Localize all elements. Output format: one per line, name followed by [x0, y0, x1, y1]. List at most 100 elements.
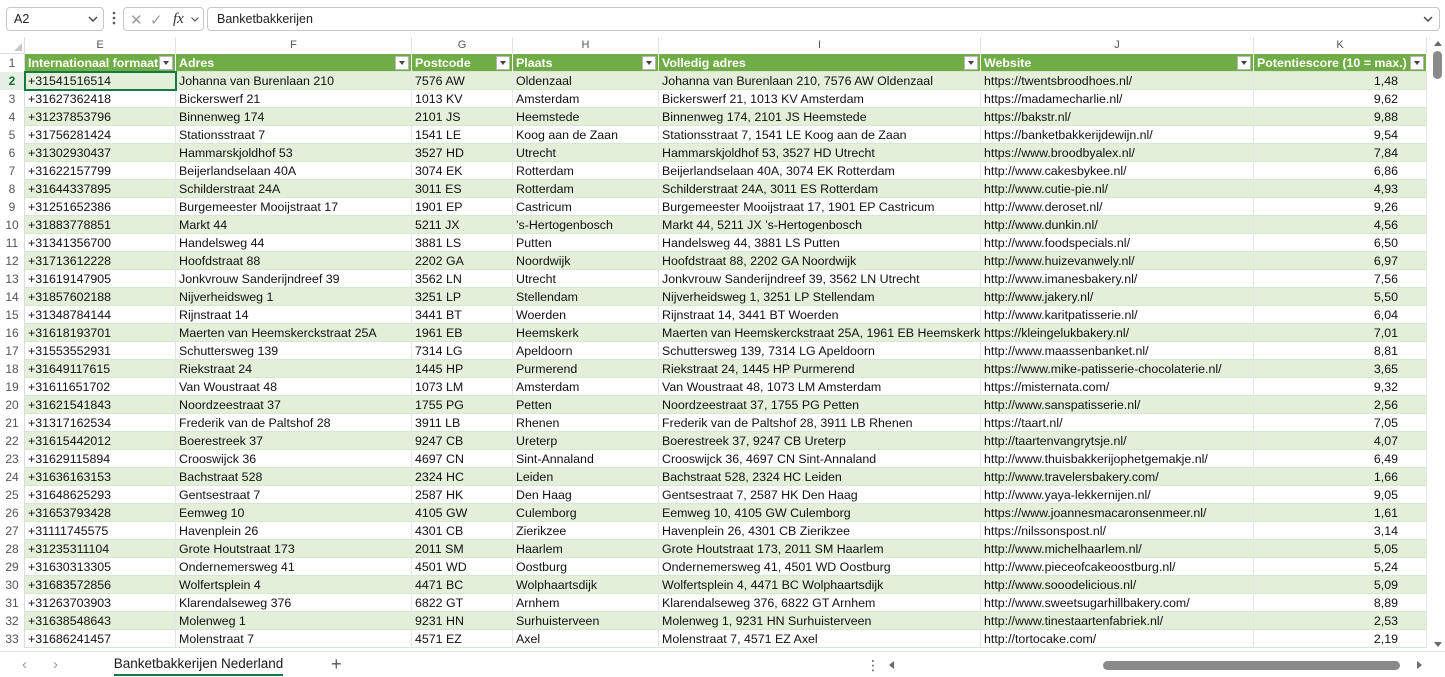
table-cell[interactable]: 1445 HP [412, 360, 513, 378]
table-cell[interactable]: +31648625293 [25, 486, 176, 504]
header-cell[interactable]: Postcode [412, 54, 513, 72]
table-cell[interactable]: +31621541843 [25, 396, 176, 414]
row-number[interactable]: 1 [0, 54, 25, 72]
column-header-g[interactable]: G [412, 37, 513, 54]
select-all-corner[interactable] [0, 37, 25, 54]
table-cell[interactable]: 2324 HC [412, 468, 513, 486]
table-cell[interactable]: https://taart.nl/ [981, 414, 1254, 432]
table-cell[interactable]: 7,84 [1254, 144, 1427, 162]
table-cell[interactable]: http://www.imanesbakery.nl/ [981, 270, 1254, 288]
table-cell[interactable]: https://kleingelukbakery.nl/ [981, 324, 1254, 342]
table-cell[interactable]: 6,86 [1254, 162, 1427, 180]
table-cell[interactable]: Noordwijk [513, 252, 659, 270]
table-cell[interactable]: 3911 LB [412, 414, 513, 432]
row-number[interactable]: 10 [0, 216, 25, 234]
row-number[interactable]: 33 [0, 630, 25, 648]
filter-dropdown-icon[interactable] [642, 56, 656, 70]
table-cell[interactable]: Havenplein 26, 4301 CB Zierikzee [659, 522, 981, 540]
table-cell[interactable]: Eemweg 10 [176, 504, 412, 522]
worksheet-grid[interactable]: EFGHIJK 1 Internationaal formaat Adres Post… [0, 37, 1430, 651]
table-cell[interactable]: Bickerswerf 21 [176, 90, 412, 108]
table-cell[interactable]: +31713612228 [25, 252, 176, 270]
table-cell[interactable]: 4,07 [1254, 432, 1427, 450]
table-cell[interactable]: Sint-Annaland [513, 450, 659, 468]
table-cell[interactable]: 3441 BT [412, 306, 513, 324]
scroll-down-icon[interactable] [1434, 642, 1442, 647]
table-cell[interactable]: Eemweg 10, 4105 GW Culemborg [659, 504, 981, 522]
row-number[interactable]: 18 [0, 360, 25, 378]
table-cell[interactable]: 9,26 [1254, 198, 1427, 216]
table-cell[interactable]: Apeldoorn [513, 342, 659, 360]
table-cell[interactable]: http://www.karitpatisserie.nl/ [981, 306, 1254, 324]
table-cell[interactable]: Nijverheidsweg 1, 3251 LP Stellendam [659, 288, 981, 306]
table-cell[interactable]: 2011 SM [412, 540, 513, 558]
row-number[interactable]: 25 [0, 486, 25, 504]
row-number[interactable]: 14 [0, 288, 25, 306]
table-cell[interactable]: 9,62 [1254, 90, 1427, 108]
table-cell[interactable]: 2,19 [1254, 630, 1427, 648]
more-options-icon[interactable]: ⋮ [866, 657, 880, 674]
table-cell[interactable]: http://www.huizevanwely.nl/ [981, 252, 1254, 270]
table-cell[interactable]: Molenstraat 7, 4571 EZ Axel [659, 630, 981, 648]
table-cell[interactable]: Noordzeestraat 37 [176, 396, 412, 414]
header-cell[interactable]: Volledig adres [659, 54, 981, 72]
filter-dropdown-icon[interactable] [496, 56, 510, 70]
table-cell[interactable]: Heemstede [513, 108, 659, 126]
row-number[interactable]: 19 [0, 378, 25, 396]
table-cell[interactable]: Stellendam [513, 288, 659, 306]
row-number[interactable]: 27 [0, 522, 25, 540]
table-cell[interactable]: Zierikzee [513, 522, 659, 540]
table-cell[interactable]: 5,09 [1254, 576, 1427, 594]
row-number[interactable]: 16 [0, 324, 25, 342]
table-cell[interactable]: Haarlem [513, 540, 659, 558]
vertical-scrollbar[interactable] [1430, 37, 1445, 651]
row-number[interactable]: 30 [0, 576, 25, 594]
table-cell[interactable]: Amsterdam [513, 90, 659, 108]
table-cell[interactable]: 4471 BC [412, 576, 513, 594]
table-cell[interactable]: 2,56 [1254, 396, 1427, 414]
table-cell[interactable]: Van Woustraat 48 [176, 378, 412, 396]
table-cell[interactable]: 9247 CB [412, 432, 513, 450]
table-cell[interactable]: 1,66 [1254, 468, 1427, 486]
table-cell[interactable]: https://www.joannesmacaronsenmeer.nl/ [981, 504, 1254, 522]
table-cell[interactable]: +31615442012 [25, 432, 176, 450]
table-cell[interactable]: Bickerswerf 21, 1013 KV Amsterdam [659, 90, 981, 108]
table-cell[interactable]: +31649117615 [25, 360, 176, 378]
table-cell[interactable]: http://www.cutie-pie.nl/ [981, 180, 1254, 198]
table-cell[interactable]: +31630313305 [25, 558, 176, 576]
table-cell[interactable]: 1541 LE [412, 126, 513, 144]
table-cell[interactable]: Beijerlandselaan 40A, 3074 EK Rotterdam [659, 162, 981, 180]
row-number[interactable]: 22 [0, 432, 25, 450]
table-cell[interactable]: 4501 WD [412, 558, 513, 576]
filter-dropdown-icon[interactable] [1410, 56, 1424, 70]
row-number[interactable]: 5 [0, 126, 25, 144]
header-cell[interactable]: Adres [176, 54, 412, 72]
table-cell[interactable]: Hoofdstraat 88 [176, 252, 412, 270]
table-cell[interactable]: Jonkvrouw Sanderijndreef 39, 3562 LN Utr… [659, 270, 981, 288]
table-cell[interactable]: Hoofdstraat 88, 2202 GA Noordwijk [659, 252, 981, 270]
table-cell[interactable]: 5,05 [1254, 540, 1427, 558]
table-cell[interactable]: Schilderstraat 24A [176, 180, 412, 198]
row-number[interactable]: 24 [0, 468, 25, 486]
table-cell[interactable]: Binnenweg 174 [176, 108, 412, 126]
more-vertical-icon[interactable] [110, 9, 118, 27]
table-cell[interactable]: 9,05 [1254, 486, 1427, 504]
table-cell[interactable]: Stationsstraat 7 [176, 126, 412, 144]
table-cell[interactable]: Arnhem [513, 594, 659, 612]
table-cell[interactable]: Boerestreek 37 [176, 432, 412, 450]
table-cell[interactable]: 3011 ES [412, 180, 513, 198]
filter-dropdown-icon[interactable] [964, 56, 978, 70]
table-cell[interactable]: +31348784144 [25, 306, 176, 324]
table-cell[interactable]: +31618193701 [25, 324, 176, 342]
table-cell[interactable]: https://www.mike-patisserie-chocolaterie… [981, 360, 1254, 378]
table-cell[interactable]: +31638548643 [25, 612, 176, 630]
table-cell[interactable]: +31251652386 [25, 198, 176, 216]
scroll-up-icon[interactable] [1434, 41, 1442, 46]
table-cell[interactable]: +31756281424 [25, 126, 176, 144]
table-cell[interactable]: Molenweg 1 [176, 612, 412, 630]
table-cell[interactable]: 2101 JS [412, 108, 513, 126]
table-cell[interactable]: Havenplein 26 [176, 522, 412, 540]
table-cell[interactable]: Nijverheidsweg 1 [176, 288, 412, 306]
cancel-icon[interactable]: ✕ [130, 11, 143, 29]
table-cell[interactable]: Frederik van de Paltshof 28, 3911 LB Rhe… [659, 414, 981, 432]
